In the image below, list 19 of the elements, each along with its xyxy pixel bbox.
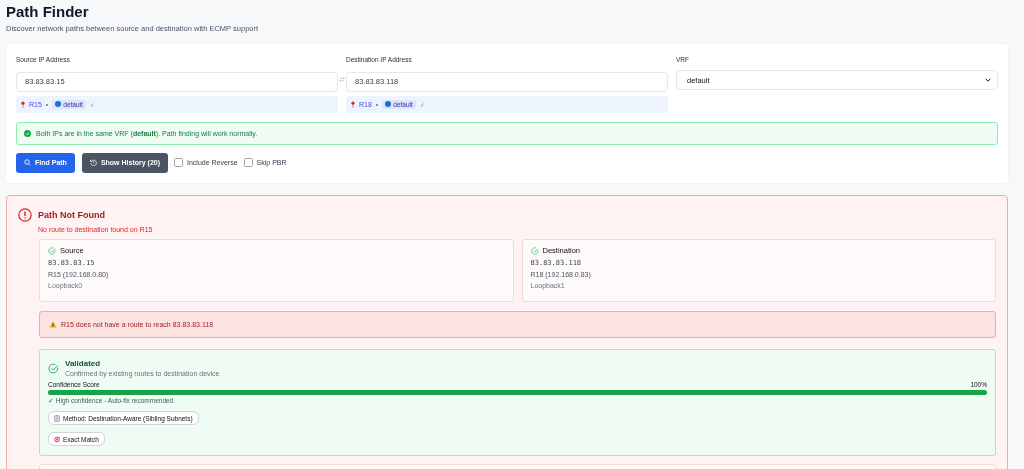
search-icon [24,159,31,166]
swap-icon[interactable] [339,77,345,82]
checkbox[interactable] [243,158,253,167]
pin-icon [351,100,355,108]
warning-icon [49,320,57,328]
page-title: Path Finder [6,2,90,22]
pin-icon [21,100,25,108]
clipboard-icon [54,414,60,422]
alert-icon [18,207,32,222]
history-icon [89,159,97,166]
validation-title: Validated [65,358,102,369]
error-title: Path Not Found [38,208,106,222]
check-circle-icon [48,246,56,255]
check-circle-icon [24,129,31,137]
target-icon [54,435,60,443]
check-circle-icon [530,246,539,255]
check-circle-icon [48,362,59,374]
chevron-down-icon [985,78,991,82]
checkbox[interactable] [174,158,183,167]
